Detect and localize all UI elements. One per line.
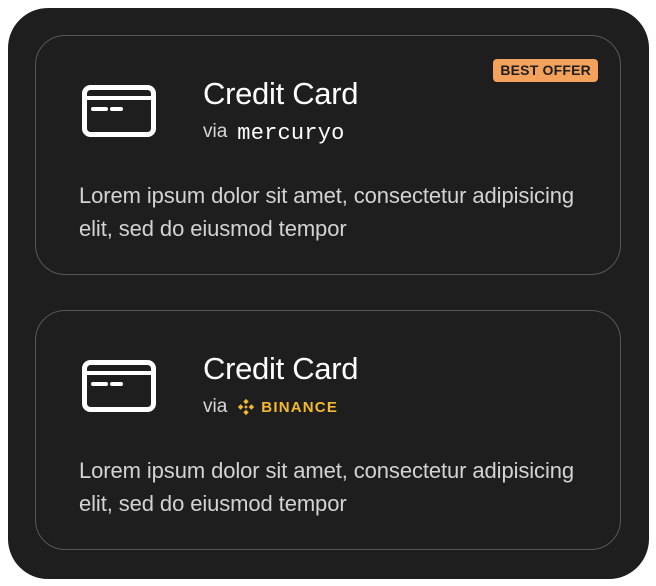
binance-logo-icon xyxy=(238,398,255,416)
credit-card-icon xyxy=(82,85,156,137)
provider-row: via BINANCE xyxy=(203,395,338,419)
payment-options-panel: Credit Card via mercuryo Lorem ipsum dol… xyxy=(8,8,649,579)
provider-name-binance: BINANCE xyxy=(261,398,339,416)
binance-logo: BINANCE xyxy=(237,398,338,416)
payment-option-title: Credit Card xyxy=(203,76,359,111)
payment-option-description: Lorem ipsum dolor sit amet, consectetur … xyxy=(79,458,575,516)
best-offer-badge: BEST OFFER xyxy=(493,59,598,82)
credit-card-icon xyxy=(82,360,156,412)
payment-option-title: Credit Card xyxy=(203,351,359,386)
payment-option-binance[interactable]: Credit Card via BINANCE Lorem ipsum dolo… xyxy=(35,310,621,550)
payment-option-description: Lorem ipsum dolor sit amet, consectetur … xyxy=(79,183,575,241)
via-label: via xyxy=(203,121,228,142)
via-label: via xyxy=(203,396,228,417)
provider-name-mercuryo: mercuryo xyxy=(237,120,345,146)
provider-row: via mercuryo xyxy=(203,120,345,146)
payment-option-mercuryo[interactable]: Credit Card via mercuryo Lorem ipsum dol… xyxy=(35,35,621,275)
